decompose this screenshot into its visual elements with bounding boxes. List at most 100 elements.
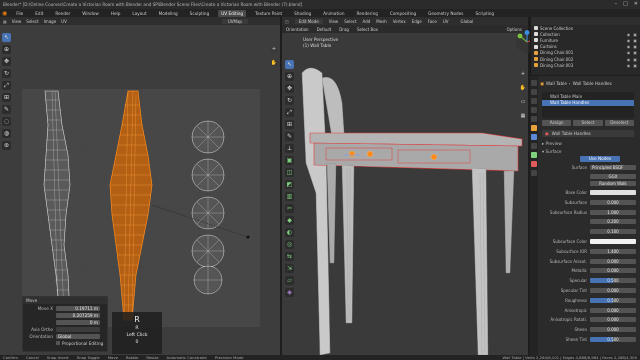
zoom-icon[interactable]: + xyxy=(270,45,278,53)
uv-menu-view[interactable]: View xyxy=(12,19,22,24)
move-panel-title[interactable]: Move xyxy=(23,297,107,304)
distribution-dropdown[interactable]: GGX xyxy=(590,174,636,179)
vp-menu-edge[interactable]: Edge xyxy=(412,19,422,24)
camera-icon[interactable]: ▣ xyxy=(633,38,637,43)
physics-tab-icon[interactable] xyxy=(531,143,537,149)
camera-icon[interactable]: ▣ xyxy=(633,32,637,37)
assign-button[interactable]: Assign xyxy=(542,120,572,126)
vp-bevel-tool-icon[interactable]: ◩ xyxy=(285,180,294,189)
vp-rip-tool-icon[interactable]: ◈ xyxy=(285,288,294,297)
outliner-item[interactable]: Dining Chair.003 ◉ ▣ xyxy=(531,62,640,68)
vp-spin-tool-icon[interactable]: ◐ xyxy=(285,228,294,237)
workspace-tab-layout[interactable]: Layout xyxy=(129,10,149,17)
shader-property-field[interactable]: 0.000 xyxy=(590,199,636,205)
data-tab-icon[interactable] xyxy=(531,152,537,158)
mode-dropdown[interactable]: Edit Mode xyxy=(294,18,323,24)
3d-viewport[interactable] xyxy=(282,33,528,355)
tool-tab-icon[interactable] xyxy=(531,80,537,86)
minimize-icon[interactable]: – xyxy=(615,1,618,7)
blender-logo-icon[interactable]: ◉ xyxy=(2,10,7,17)
vp-pan-hand-icon[interactable]: ✋ xyxy=(519,84,527,92)
orientation-dropdown[interactable]: Global xyxy=(56,333,100,339)
axis-ortho-field[interactable] xyxy=(56,326,100,332)
shader-property-field[interactable] xyxy=(590,190,636,195)
texture-tab-icon[interactable] xyxy=(531,170,537,176)
surface-section[interactable]: ▾ Surface xyxy=(542,149,561,154)
vp-smooth-tool-icon[interactable]: ◎ xyxy=(285,240,294,249)
move-z-field[interactable]: 0 m xyxy=(56,319,100,325)
rotate-tool-icon[interactable]: ↻ xyxy=(2,69,11,78)
relax-tool-icon[interactable]: ◍ xyxy=(2,129,11,138)
workspace-tab-shading[interactable]: Shading xyxy=(291,10,314,17)
maximize-icon[interactable]: □ xyxy=(623,1,628,7)
eye-icon[interactable]: ◉ xyxy=(627,32,631,37)
deselect-button[interactable]: Deselect xyxy=(604,120,634,126)
shader-property-field[interactable]: 0.200 xyxy=(590,219,636,225)
vp-inset-tool-icon[interactable]: ◫ xyxy=(285,168,294,177)
object-tab-icon[interactable] xyxy=(531,125,537,131)
transform-orientation[interactable]: Global xyxy=(460,19,473,24)
vp-menu-uv[interactable]: UV xyxy=(443,19,449,24)
scale-tool-icon[interactable]: ⤢ xyxy=(2,81,11,90)
select-tool-icon[interactable]: ↖ xyxy=(2,33,11,42)
menu-edit[interactable]: Edit xyxy=(32,10,46,17)
workspace-tab-rendering[interactable]: Rendering xyxy=(354,10,381,17)
world-tab-icon[interactable] xyxy=(531,116,537,122)
move-x-field[interactable]: 0.19711 m xyxy=(56,305,100,311)
shader-property-field[interactable]: 0.000 xyxy=(590,327,636,333)
vp-shear-tool-icon[interactable]: ▱ xyxy=(285,276,294,285)
subsurface-method-dropdown[interactable]: Random Walk xyxy=(590,181,636,186)
uv-menu-uv[interactable]: UV xyxy=(61,19,67,24)
vp-menu-view[interactable]: View xyxy=(329,19,339,24)
eye-icon[interactable]: ◉ xyxy=(627,63,631,68)
uv-menu-image[interactable]: Image xyxy=(44,19,57,24)
vp-knife-tool-icon[interactable]: ✂ xyxy=(285,204,294,213)
eye-icon[interactable]: ◉ xyxy=(627,50,631,55)
vp-camera-icon[interactable]: ▭ xyxy=(519,98,527,106)
menu-render[interactable]: Render xyxy=(52,10,73,17)
camera-icon[interactable]: ▣ xyxy=(633,63,637,68)
vp-rotate-tool-icon[interactable]: ↻ xyxy=(285,96,294,105)
eye-icon[interactable]: ◉ xyxy=(627,44,631,49)
shader-property-field[interactable]: 0.000 xyxy=(590,317,636,323)
move-tool-icon[interactable]: ✥ xyxy=(2,57,11,66)
viewport-editor-icon[interactable]: ◳ xyxy=(285,19,289,24)
proportional-checkbox[interactable] xyxy=(56,341,60,345)
vp-cursor-tool-icon[interactable]: ⊕ xyxy=(285,72,294,81)
vp-menu-face[interactable]: Face xyxy=(428,19,437,24)
grab-tool-icon[interactable]: ◌ xyxy=(2,117,11,126)
workspace-tab-scripting[interactable]: Scripting xyxy=(472,10,497,17)
surface-shader-field[interactable]: Principled BSDF xyxy=(590,165,636,170)
shader-property-field[interactable]: 1.400 xyxy=(590,248,636,254)
workspace-tab-animation[interactable]: Animation xyxy=(320,10,347,17)
render-tab-icon[interactable] xyxy=(531,89,537,95)
shader-property-field[interactable] xyxy=(590,239,636,244)
menu-help[interactable]: Help xyxy=(108,10,124,17)
workspace-tab-compositing[interactable]: Compositing xyxy=(387,10,419,17)
shader-property-field[interactable]: 0.500 xyxy=(590,337,636,342)
vp-zoom-icon[interactable]: + xyxy=(519,70,527,78)
material-datablock[interactable]: ● Wall Table Handles xyxy=(542,130,634,137)
vp-menu-add[interactable]: Add xyxy=(363,19,371,24)
camera-icon[interactable]: ▣ xyxy=(633,50,637,55)
vp-grid-icon[interactable]: ▦ xyxy=(519,112,527,120)
annotate-tool-icon[interactable]: ✎ xyxy=(2,105,11,114)
workspace-tab-texture-paint[interactable]: Texture Paint xyxy=(252,10,285,17)
workspace-tab-uv-editing[interactable]: UV Editing xyxy=(218,9,247,17)
shader-property-field[interactable]: 0.500 xyxy=(590,297,636,303)
vp-move-tool-icon[interactable]: ✥ xyxy=(285,84,294,93)
shader-property-field[interactable]: 1.000 xyxy=(590,209,636,215)
select-box-dropdown[interactable]: Select Box xyxy=(357,27,378,32)
transform-tool-icon[interactable]: ⊞ xyxy=(2,93,11,102)
vp-transform-tool-icon[interactable]: ⊞ xyxy=(285,120,294,129)
menu-file[interactable]: File xyxy=(13,10,26,17)
material-name-field[interactable]: Wall Table Handles xyxy=(552,131,591,136)
vp-polybuild-tool-icon[interactable]: ◆ xyxy=(285,216,294,225)
output-tab-icon[interactable] xyxy=(531,98,537,104)
vp-loopcut-tool-icon[interactable]: ▥ xyxy=(285,192,294,201)
shader-property-field[interactable]: 0.000 xyxy=(590,288,636,293)
pan-hand-icon[interactable]: ✋ xyxy=(270,59,278,67)
eye-icon[interactable]: ◉ xyxy=(627,57,631,62)
close-icon[interactable]: ✕ xyxy=(634,1,638,7)
material-slot-item-active[interactable]: Wall Table Handles xyxy=(542,100,634,106)
